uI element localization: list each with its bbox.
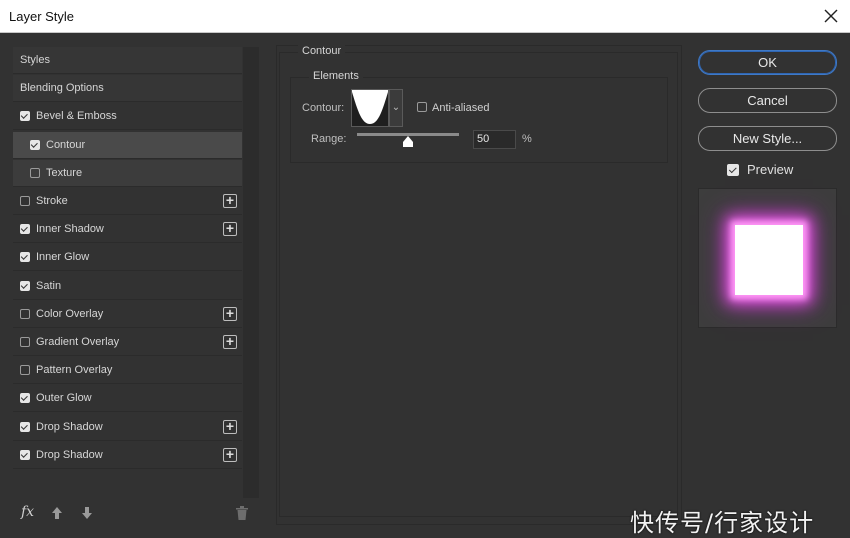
anti-aliased-label: Anti-aliased (432, 102, 490, 114)
add-effect-icon[interactable]: + (223, 193, 237, 208)
new-style-button[interactable]: New Style... (698, 126, 837, 151)
add-effect-icon[interactable]: + (223, 306, 237, 321)
style-item-label: Drop Shadow (36, 420, 103, 433)
style-item-label: Contour (46, 138, 86, 151)
style-checkbox[interactable] (20, 365, 30, 376)
style-item-styles[interactable]: Styles (13, 47, 242, 74)
style-item-color-overlay[interactable]: Color Overlay + (13, 301, 242, 328)
add-effect-icon[interactable]: + (223, 221, 237, 237)
style-item-drop-shadow[interactable]: Drop Shadow + (13, 442, 242, 469)
style-item-inner-glow[interactable]: Inner Glow (13, 244, 242, 272)
contour-curve-icon (352, 90, 388, 124)
style-item-blending-options[interactable]: Blending Options (13, 75, 242, 103)
style-item-texture[interactable]: Texture (13, 159, 242, 187)
move-down-icon[interactable] (81, 506, 93, 520)
style-item-label: Stroke (36, 195, 68, 207)
ok-button[interactable]: OK (698, 50, 837, 75)
style-item-inner-shadow[interactable]: Inner Shadow + (13, 216, 242, 244)
style-item-label: Styles (20, 54, 50, 66)
preview-thumbnail (698, 188, 837, 328)
style-checkbox[interactable] (30, 167, 40, 178)
range-slider-thumb[interactable] (402, 136, 414, 148)
chevron-down-icon[interactable]: ⌄ (389, 89, 403, 127)
contour-curve-picker[interactable] (351, 89, 389, 127)
style-item-label: Inner Shadow (36, 223, 104, 236)
window-title: Layer Style (9, 9, 75, 24)
add-effect-icon[interactable]: + (223, 419, 237, 434)
style-checkbox[interactable] (20, 449, 30, 460)
style-item-bevel-emboss[interactable]: Bevel & Emboss (13, 103, 242, 131)
style-checkbox[interactable] (20, 280, 30, 291)
style-checkbox[interactable] (20, 421, 30, 432)
style-checkbox[interactable] (20, 308, 30, 319)
style-item-contour[interactable]: Contour (13, 131, 242, 159)
style-list-scrollbar[interactable] (243, 47, 259, 498)
preview-glow-square (735, 225, 803, 295)
style-item-label: Pattern Overlay (36, 364, 113, 377)
style-item-label: Texture (46, 166, 83, 179)
title-bar: Layer Style (0, 0, 850, 33)
add-effect-icon[interactable]: + (223, 334, 237, 349)
contour-group-title: Contour (298, 45, 346, 57)
style-item-label: Outer Glow (36, 392, 92, 405)
cancel-button[interactable]: Cancel (698, 88, 837, 113)
watermark-text: 快传号/行家设计 (630, 509, 815, 537)
elements-group-title: Elements (309, 70, 363, 82)
style-item-label: Drop Shadow (36, 448, 103, 461)
range-input[interactable]: 50 (473, 130, 516, 149)
preview-label: Preview (747, 162, 794, 177)
style-item-satin[interactable]: Satin (13, 273, 242, 300)
style-item-outer-glow[interactable]: Outer Glow (13, 385, 242, 413)
style-list: Styles Blending Options Bevel & Emboss Cont… (13, 47, 242, 473)
anti-aliased-checkbox[interactable] (417, 102, 427, 112)
contour-settings-panel: Contour Elements Contour: ⌄ Anti-aliased… (276, 45, 682, 525)
range-label: Range: (311, 133, 347, 145)
preview-toggle[interactable]: Preview (727, 162, 793, 177)
elements-group: Elements (290, 70, 668, 163)
style-checkbox[interactable] (20, 337, 30, 347)
trash-icon[interactable] (235, 505, 249, 521)
style-item-pattern-overlay[interactable]: Pattern Overlay (13, 357, 242, 385)
style-item-gradient-overlay[interactable]: Gradient Overlay + (13, 329, 242, 356)
style-checkbox[interactable] (20, 224, 30, 235)
style-item-label: Inner Glow (36, 251, 90, 264)
style-checkbox[interactable] (20, 196, 30, 206)
style-item-drop-shadow[interactable]: Drop Shadow + (13, 414, 242, 441)
style-checkbox[interactable] (20, 111, 30, 122)
style-checkbox[interactable] (20, 393, 30, 404)
style-item-stroke[interactable]: Stroke + (13, 188, 242, 215)
add-effect-icon[interactable]: + (223, 447, 237, 462)
contour-field-label: Contour: (302, 102, 345, 114)
style-item-label: Blending Options (20, 82, 104, 95)
style-checkbox[interactable] (30, 139, 40, 150)
fx-button[interactable]: fx (21, 504, 34, 520)
range-unit: % (522, 133, 532, 145)
style-list-toolbar: fx (13, 498, 259, 528)
preview-checkbox[interactable] (727, 163, 739, 176)
style-item-label: Color Overlay (36, 307, 104, 320)
style-item-label: Satin (36, 279, 62, 292)
move-up-icon[interactable] (51, 506, 63, 520)
contour-group: Contour Elements (279, 45, 678, 517)
style-item-label: Bevel & Emboss (36, 110, 117, 123)
close-icon[interactable] (822, 7, 840, 25)
style-item-label: Gradient Overlay (36, 336, 120, 348)
style-checkbox[interactable] (20, 252, 30, 263)
